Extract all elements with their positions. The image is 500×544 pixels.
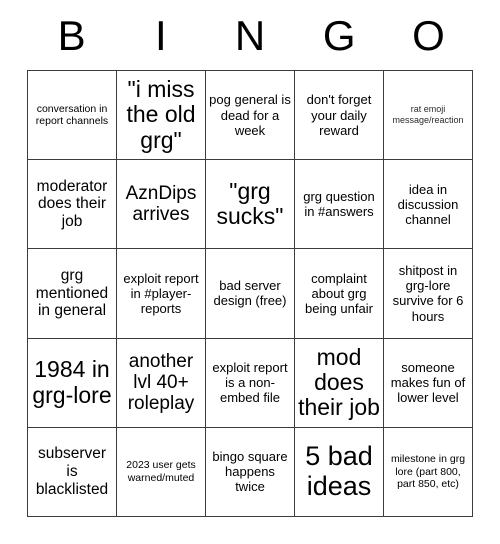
bingo-header: B I N G O [27, 0, 473, 59]
bingo-cell-label: bingo square happens twice [212, 449, 288, 495]
bingo-cell[interactable]: milestone in grg lore (part 800, part 85… [384, 427, 473, 517]
bingo-cell[interactable]: pog general is dead for a week [206, 71, 295, 161]
bingo-cell[interactable]: exploit report in #player-reports [117, 249, 206, 339]
bingo-cell[interactable]: conversation in report channels [28, 71, 117, 161]
bingo-cell-label: rat emoji message/reaction [392, 104, 464, 126]
bingo-cell-label: moderator does their job [36, 177, 108, 231]
bingo-cell-label: 5 bad ideas [305, 441, 373, 501]
bingo-cell-label: "grg sucks" [216, 177, 284, 230]
bingo-cell-label: "i miss the old grg" [126, 76, 196, 153]
bingo-cell[interactable]: bingo square happens twice [206, 427, 295, 517]
bingo-cell[interactable]: "grg sucks" [206, 160, 295, 250]
bingo-cell-label: milestone in grg lore (part 800, part 85… [390, 453, 466, 491]
bingo-header-letter-n: N [234, 12, 266, 59]
bingo-cell-label: bad server design (free) [213, 278, 287, 309]
bingo-cell-label: pog general is dead for a week [209, 92, 291, 138]
bingo-cell-label: 2023 user gets warned/muted [126, 459, 196, 484]
bingo-cell[interactable]: moderator does their job [28, 160, 117, 250]
bingo-cell-label: another lvl 40+ roleplay [127, 350, 195, 415]
bingo-cell-label: complaint about grg being unfair [305, 270, 373, 317]
bingo-cell-label: shitpost in grg-lore survive for 6 hours [392, 263, 464, 324]
bingo-header-letter-i: I [154, 12, 167, 59]
bingo-cell-label: conversation in report channels [35, 102, 109, 128]
bingo-cell-label: grg mentioned in general [35, 267, 109, 320]
bingo-cell[interactable]: someone makes fun of lower level [384, 338, 473, 428]
bingo-cell[interactable]: subserver is blacklisted [28, 427, 117, 517]
bingo-cell-label: mod does their job [298, 343, 380, 421]
bingo-cell[interactable]: bad server design (free) [206, 249, 295, 339]
bingo-grid: conversation in report channels "i miss t… [27, 70, 473, 517]
bingo-cell[interactable]: 1984 in grg-lore [28, 338, 117, 428]
bingo-header-letter-o: O [412, 12, 445, 59]
bingo-cell[interactable]: mod does their job [295, 338, 384, 428]
bingo-cell-label: 1984 in grg-lore [32, 356, 112, 408]
bingo-cell[interactable]: exploit report is a non-embed file [206, 338, 295, 428]
bingo-cell[interactable]: shitpost in grg-lore survive for 6 hours [384, 249, 473, 339]
bingo-cell[interactable]: "i miss the old grg" [117, 71, 206, 161]
bingo-cell-label: AznDips arrives [125, 183, 197, 226]
bingo-cell-label: idea in discussion channel [397, 181, 459, 227]
bingo-cell-label: someone makes fun of lower level [390, 360, 466, 406]
bingo-cell[interactable]: grg mentioned in general [28, 249, 117, 339]
bingo-header-letter-b: B [57, 12, 86, 59]
bingo-cell[interactable]: AznDips arrives [117, 160, 206, 250]
bingo-card: B I N G O conversation in report channel… [0, 0, 500, 544]
bingo-cell[interactable]: complaint about grg being unfair [295, 249, 384, 339]
bingo-cell-label: exploit report is a non-embed file [212, 360, 288, 406]
bingo-cell-label: exploit report in #player-reports [123, 270, 199, 317]
bingo-cell[interactable]: 5 bad ideas [295, 427, 384, 517]
bingo-cell-label: grg question in #answers [303, 189, 375, 220]
bingo-cell[interactable]: rat emoji message/reaction [384, 71, 473, 161]
bingo-cell[interactable]: idea in discussion channel [384, 160, 473, 250]
bingo-cell[interactable]: grg question in #answers [295, 160, 384, 250]
bingo-cell-label: don't forget your daily reward [306, 92, 372, 138]
bingo-cell[interactable]: don't forget your daily reward [295, 71, 384, 161]
bingo-header-letter-g: G [322, 12, 356, 59]
bingo-cell[interactable]: another lvl 40+ roleplay [117, 338, 206, 428]
bingo-cell[interactable]: 2023 user gets warned/muted [117, 427, 206, 517]
bingo-cell-label: subserver is blacklisted [35, 445, 109, 498]
